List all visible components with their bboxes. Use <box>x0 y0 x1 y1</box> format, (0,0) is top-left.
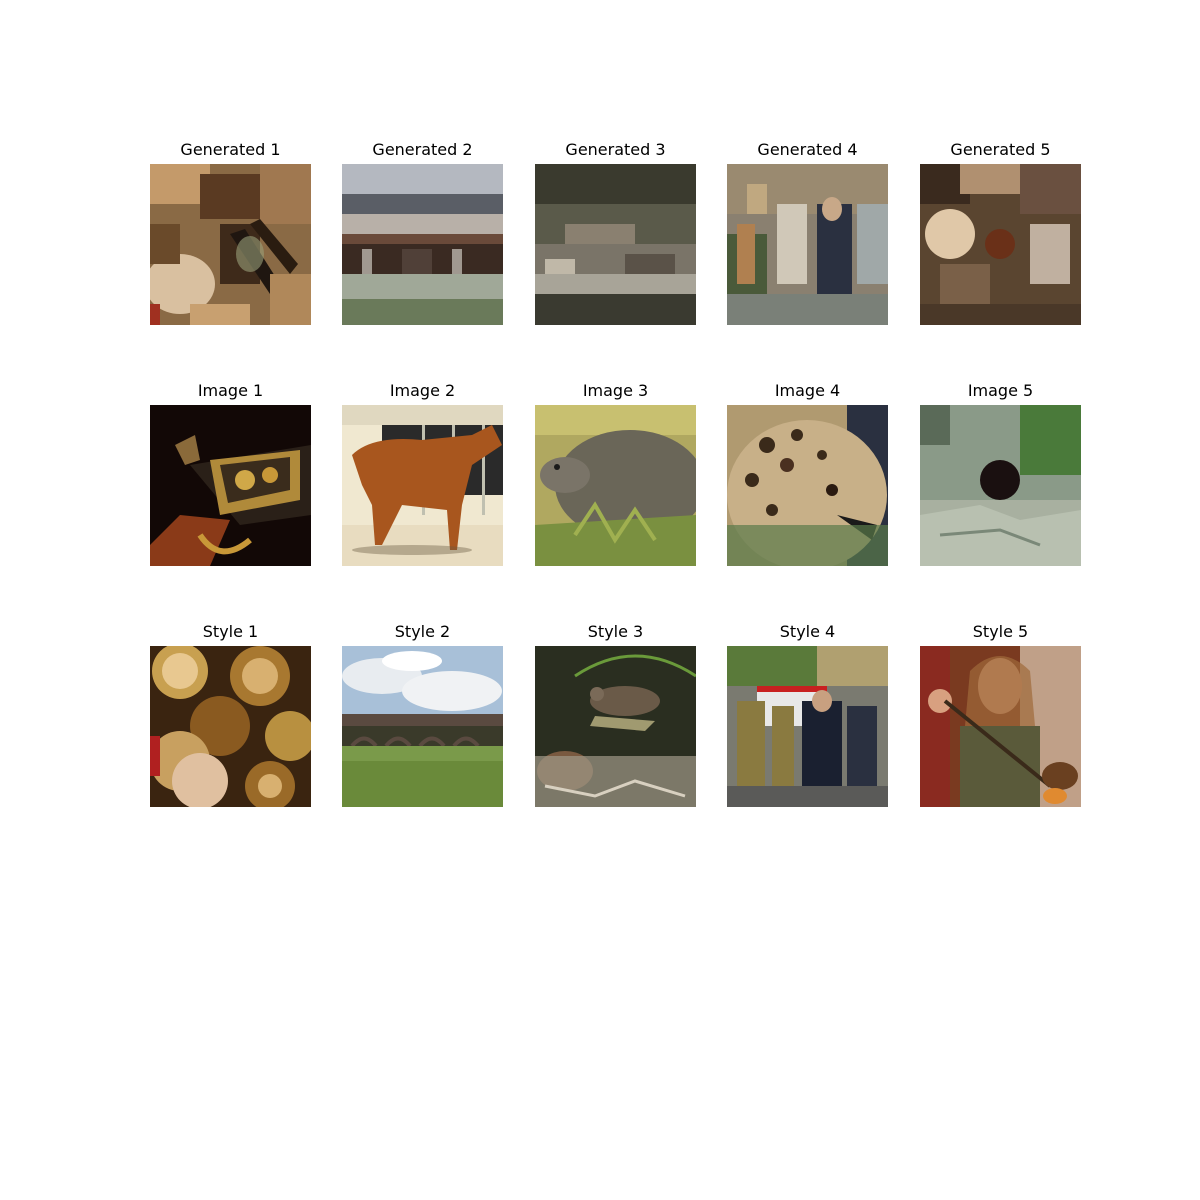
panel-title: Style 5 <box>972 622 1029 641</box>
content-image-5 <box>920 405 1081 566</box>
panel-title: Image 2 <box>389 381 456 400</box>
style-image-3 <box>535 646 696 807</box>
panel-title: Generated 2 <box>372 140 473 159</box>
generated-image-3 <box>535 164 696 325</box>
panel-title: Style 3 <box>587 622 644 641</box>
panel-title: Image 5 <box>967 381 1034 400</box>
panel-title: Generated 5 <box>950 140 1051 159</box>
panel-title: Generated 4 <box>757 140 858 159</box>
style-image-4 <box>727 646 888 807</box>
content-image-3 <box>535 405 696 566</box>
style-image-5 <box>920 646 1081 807</box>
panel-title: Style 1 <box>202 622 259 641</box>
generated-image-4 <box>727 164 888 325</box>
style-image-2 <box>342 646 503 807</box>
panel-title: Style 2 <box>394 622 451 641</box>
style-image-1 <box>150 646 311 807</box>
generated-image-2 <box>342 164 503 325</box>
content-image-4 <box>727 405 888 566</box>
panel-title: Style 4 <box>779 622 836 641</box>
panel-title: Image 1 <box>197 381 264 400</box>
content-image-2 <box>342 405 503 566</box>
panel-title: Image 3 <box>582 381 649 400</box>
generated-image-5 <box>920 164 1081 325</box>
panel-title: Image 4 <box>774 381 841 400</box>
panel-title: Generated 3 <box>565 140 666 159</box>
panel-title: Generated 1 <box>180 140 281 159</box>
generated-image-1 <box>150 164 311 325</box>
content-image-1 <box>150 405 311 566</box>
